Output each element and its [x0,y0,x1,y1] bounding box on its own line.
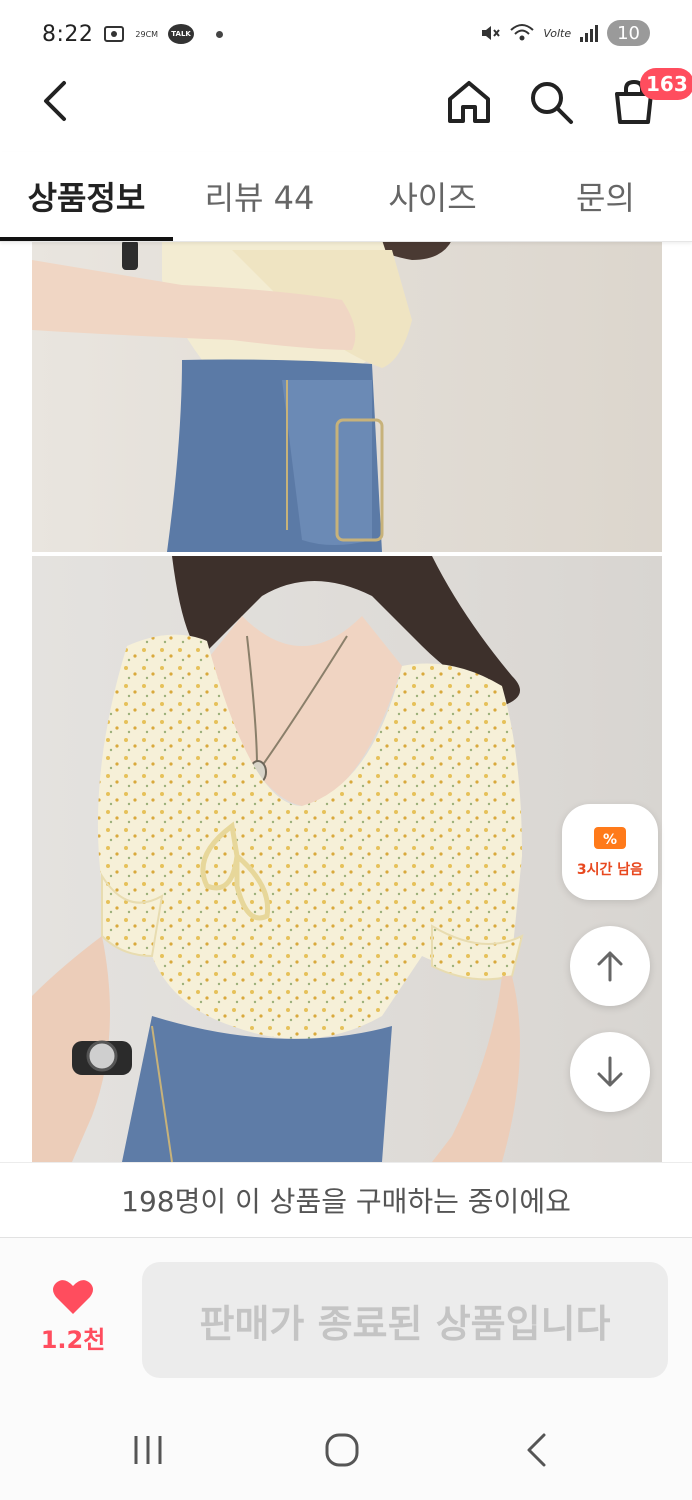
buyers-banner: 198명이 이 상품을 구매하는 중이에요 [0,1162,692,1238]
tab-product-info[interactable]: 상품정보 [0,152,173,240]
volte-label: Volte [543,26,572,40]
back-chevron-icon [44,81,66,121]
weather-text: 29CM [135,29,159,39]
timer-label: 3시간 남음 [576,862,644,878]
back-nav-icon [527,1433,546,1467]
system-navigation-bar [0,1400,692,1500]
status-bar: 8:22 29CM TALK Volte 10 [0,0,692,68]
cart-count-badge: 163 [640,68,692,100]
tab-reviews[interactable]: 리뷰 44 [173,152,346,240]
home-button[interactable] [443,76,495,128]
status-left: 8:22 29CM TALK [42,21,224,47]
tab-inquiry[interactable]: 문의 [519,152,692,240]
like-count: 1.2천 [40,1326,106,1354]
status-time: 8:22 [42,21,94,47]
battery-indicator: 10 [607,20,650,46]
wifi-icon [509,22,535,44]
arrow-up-icon [597,951,623,982]
back-nav-button[interactable] [506,1424,566,1476]
screenshot-icon [103,24,125,44]
home-nav-button[interactable] [312,1424,372,1476]
product-image-1 [32,240,662,552]
recent-apps-button[interactable] [118,1424,178,1476]
mute-icon [479,22,501,44]
sold-out-button[interactable]: 판매가 종료된 상품입니다 [142,1262,668,1378]
home-icon [448,81,490,123]
tab-size[interactable]: 사이즈 [346,152,519,240]
product-tabs: 상품정보 리뷰 44 사이즈 문의 [0,152,692,242]
like-button[interactable]: 1.2천 [30,1278,116,1355]
status-right: Volte 10 [479,20,650,46]
scroll-down-button[interactable] [570,1032,650,1112]
back-button[interactable] [30,76,80,126]
search-icon [531,82,573,124]
signal-icon [579,23,599,43]
heart-icon [53,1280,93,1314]
notification-dot-icon [216,30,224,38]
header: 163 [0,68,692,136]
arrow-down-icon [597,1056,623,1087]
home-circle-icon [325,1433,359,1467]
bottom-action-bar: 1.2천 판매가 종료된 상품입니다 [0,1238,692,1400]
search-button[interactable] [525,76,577,128]
kakaotalk-icon: TALK [168,24,195,44]
scroll-up-button[interactable] [570,926,650,1006]
svg-text:%: % [603,832,617,848]
recent-apps-icon [134,1436,162,1464]
tab-active-indicator [0,237,173,241]
coupon-timer-button[interactable]: % 3시간 남음 [562,804,658,900]
coupon-icon: % [594,827,626,849]
